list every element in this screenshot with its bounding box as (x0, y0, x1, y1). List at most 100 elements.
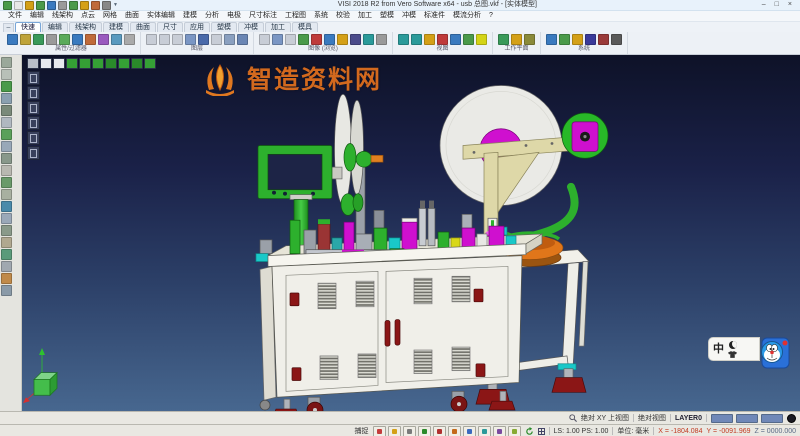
ribbon-icon[interactable] (72, 34, 83, 45)
menu-item[interactable]: 编辑 (30, 11, 44, 21)
viewport-side-button[interactable] (27, 86, 40, 100)
view-tool-icon[interactable] (92, 58, 104, 69)
ime-moon-icon[interactable] (729, 341, 737, 349)
viewport-side-button[interactable] (27, 71, 40, 85)
quick-access-icon[interactable] (36, 1, 45, 10)
snap-toggle-button[interactable] (463, 426, 476, 436)
menu-item[interactable]: 模流分析 (453, 11, 481, 21)
toolbar-icon[interactable] (1, 249, 12, 260)
view-tool-icon[interactable] (27, 58, 39, 69)
menu-item[interactable]: 分析 (205, 11, 219, 21)
ribbon-tab[interactable]: 快速 (15, 22, 41, 32)
ime-skin-shirt-icon[interactable] (728, 351, 737, 358)
ribbon-tab[interactable]: 冲模 (238, 22, 264, 32)
toolbar-icon[interactable] (1, 261, 12, 272)
maximize-button[interactable]: □ (775, 0, 779, 10)
ribbon-icon[interactable] (585, 34, 596, 45)
ribbon-icon[interactable] (450, 34, 461, 45)
ribbon-icon[interactable] (59, 34, 70, 45)
ribbon-icon[interactable] (172, 34, 183, 45)
ribbon-icon[interactable] (398, 34, 409, 45)
toolbar-icon[interactable] (1, 129, 12, 140)
ribbon-icon[interactable] (259, 34, 270, 45)
toolbar-icon[interactable] (1, 141, 12, 152)
ribbon-icon[interactable] (211, 34, 222, 45)
quick-access-icon[interactable] (47, 1, 56, 10)
snap-toggle-button[interactable] (508, 426, 521, 436)
toolbar-icon[interactable] (1, 105, 12, 116)
view-tool-icon[interactable] (131, 58, 143, 69)
toolbar-icon[interactable] (1, 189, 12, 200)
ribbon-icon[interactable] (498, 34, 509, 45)
toolbar-icon[interactable] (1, 81, 12, 92)
menu-item[interactable]: 系统 (314, 11, 328, 21)
viewport-side-button[interactable] (27, 146, 40, 160)
ribbon-icon[interactable] (185, 34, 196, 45)
ribbon-icon[interactable] (124, 34, 135, 45)
toolbar-icon[interactable] (1, 201, 12, 212)
refresh-icon[interactable] (525, 427, 534, 436)
toolbar-icon[interactable] (1, 237, 12, 248)
ribbon-icon[interactable] (572, 34, 583, 45)
toolbar-icon[interactable] (1, 225, 12, 236)
ribbon-icon[interactable] (511, 34, 522, 45)
ribbon-tab[interactable]: 曲面 (130, 22, 156, 32)
quick-access-icon[interactable] (3, 1, 12, 10)
toolbar-icon[interactable] (1, 69, 12, 80)
view-tool-icon[interactable] (105, 58, 117, 69)
ribbon-icon[interactable] (437, 34, 448, 45)
ribbon-tab[interactable]: 尺寸 (157, 22, 183, 32)
ribbon-icon[interactable] (33, 34, 44, 45)
color-indicator[interactable] (787, 414, 796, 423)
ribbon-icon[interactable] (198, 34, 209, 45)
ribbon-icon[interactable] (20, 34, 31, 45)
toolbar-icon[interactable] (1, 93, 12, 104)
ribbon-icon[interactable] (463, 34, 474, 45)
quick-access-icon[interactable] (69, 1, 78, 10)
snap-toggle-button[interactable] (403, 426, 416, 436)
ribbon-icon[interactable] (350, 34, 361, 45)
view-tool-icon[interactable] (144, 58, 156, 69)
menu-item[interactable]: 文件 (8, 11, 22, 21)
ribbon-icon[interactable] (46, 34, 57, 45)
menu-item[interactable]: 电极 (227, 11, 241, 21)
ribbon-icon[interactable] (98, 34, 109, 45)
snap-toggle-button[interactable] (478, 426, 491, 436)
menu-item[interactable]: 标准件 (424, 11, 445, 21)
menu-item[interactable]: 曲面 (125, 11, 139, 21)
quick-access-icon[interactable] (14, 1, 23, 10)
ribbon-tab[interactable]: 加工 (265, 22, 291, 32)
attribute-swatch[interactable] (711, 414, 733, 423)
ribbon-icon[interactable] (424, 34, 435, 45)
toolbar-icon[interactable] (1, 165, 12, 176)
ribbon-icon[interactable] (559, 34, 570, 45)
ribbon-icon[interactable] (476, 34, 487, 45)
ribbon-icon[interactable] (111, 34, 122, 45)
model-viewport[interactable]: 智造资料网 中 (22, 55, 800, 411)
snap-toggle-button[interactable] (493, 426, 506, 436)
menu-item[interactable]: 尺寸标注 (249, 11, 277, 21)
viewport-side-button[interactable] (27, 131, 40, 145)
toolbar-icon[interactable] (1, 177, 12, 188)
ime-toolbar[interactable]: 中 (708, 337, 790, 369)
menu-item[interactable]: 网格 (103, 11, 117, 21)
guide-reel[interactable] (562, 113, 608, 158)
ribbon-icon[interactable] (324, 34, 335, 45)
ribbon-icon[interactable] (546, 34, 557, 45)
ribbon-icon[interactable] (285, 34, 296, 45)
ribbon-icon[interactable] (224, 34, 235, 45)
ribbon-tab[interactable]: 建模 (103, 22, 129, 32)
ribbon-tab[interactable]: 编辑 (42, 22, 68, 32)
ime-doraemon-avatar[interactable] (760, 337, 790, 369)
attribute-swatch[interactable] (736, 414, 758, 423)
menu-item[interactable]: 点云 (81, 11, 95, 21)
view-tool-icon[interactable] (66, 58, 78, 69)
menu-item[interactable]: 校验 (336, 11, 350, 21)
ribbon-icon[interactable] (337, 34, 348, 45)
grid-icon[interactable] (538, 428, 545, 435)
viewport-side-button[interactable] (27, 101, 40, 115)
snap-toggle-button[interactable] (418, 426, 431, 436)
minimize-button[interactable]: – (762, 0, 766, 10)
view-tool-icon[interactable] (53, 58, 65, 69)
active-layer[interactable]: LAYER0 (675, 415, 702, 422)
